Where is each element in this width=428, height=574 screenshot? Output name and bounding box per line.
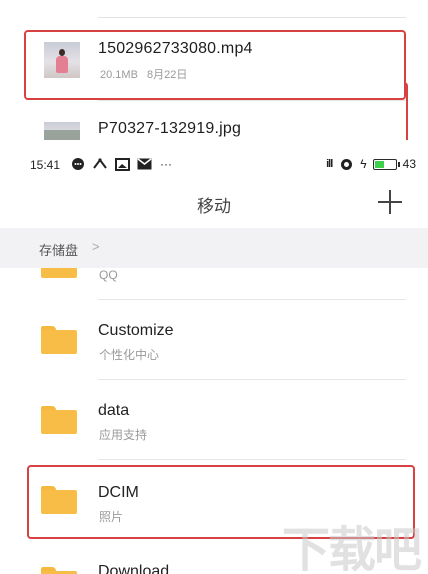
breadcrumb-storage[interactable]: 存储盘: [39, 240, 78, 259]
folder-icon: [41, 268, 77, 278]
signal-icon: ill: [326, 158, 333, 170]
file-name: P70327-132919.jpg: [98, 120, 242, 137]
folder-item-data[interactable]: data 应用支持: [0, 380, 428, 460]
folder-name: Download: [98, 563, 170, 574]
divider: [98, 17, 406, 18]
folder-subtitle: QQ: [99, 268, 118, 282]
more-dots-icon: ···: [160, 157, 172, 171]
folder-item-customize[interactable]: Customize 个性化中心: [0, 300, 428, 380]
mail-icon: [136, 157, 152, 171]
folder-name: data: [98, 402, 130, 419]
folder-icon: [41, 326, 77, 354]
chat-bubble-icon: [70, 157, 86, 171]
chevron-right-icon: >: [92, 239, 100, 254]
status-time: 15:41: [30, 158, 61, 172]
page-title: 移动: [197, 197, 231, 216]
breadcrumb: 存储盘 >: [0, 228, 428, 268]
folder-name: Customize: [98, 322, 174, 339]
bluetooth-share-icon: [92, 157, 108, 171]
watermark: 下载吧: [281, 522, 422, 574]
folder-icon: [41, 406, 77, 434]
battery-icon: [372, 158, 400, 170]
charging-bolt-icon: ϟ: [360, 157, 367, 171]
folder-subtitle: 个性化中心: [99, 348, 160, 362]
folder-item-qq[interactable]: QQ: [0, 268, 428, 300]
add-button[interactable]: [378, 190, 402, 214]
file-list-crop: 1502962733080.mp4 20.1MB 8月22日 P70327-13…: [0, 0, 428, 140]
battery-level: 43: [402, 157, 416, 171]
app-header: 移动: [0, 180, 428, 226]
status-bar: 15:41 ··· ill ϟ 43: [0, 152, 428, 178]
highlight-box-partial: [282, 82, 408, 140]
image-icon: [114, 157, 130, 171]
image-thumbnail: [44, 122, 80, 140]
folder-icon: [41, 567, 77, 574]
sync-icon: [338, 157, 354, 171]
status-left-icons: ···: [70, 157, 174, 171]
folder-subtitle: 应用支持: [99, 428, 148, 442]
status-right-icons: ill ϟ 43: [326, 157, 416, 171]
